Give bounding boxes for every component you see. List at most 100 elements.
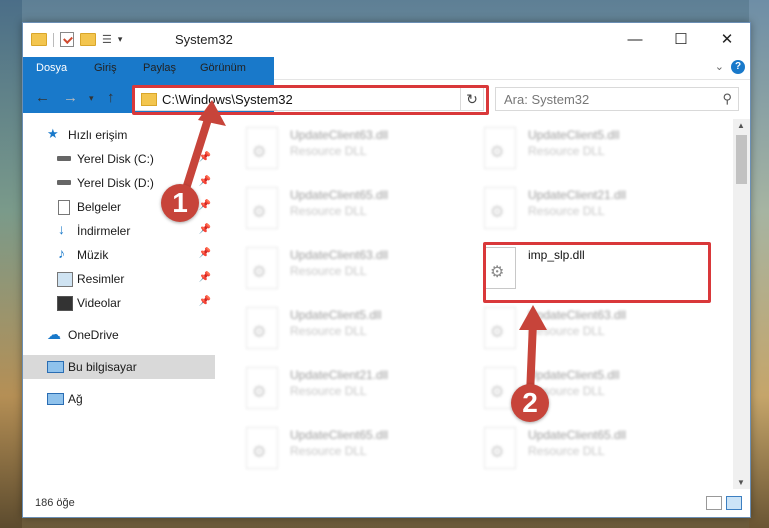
explorer-window: ☰ ▾ System32 — ☐ ✕ Dosya Giriş Paylaş Gö…	[22, 22, 751, 518]
file-type: Resource DLL	[290, 204, 367, 218]
pin-icon[interactable]: 📌	[199, 296, 211, 307]
step-badge-1: 1	[161, 184, 199, 222]
list-item[interactable]: UpdateClient5.dll Resource DLL	[246, 307, 471, 363]
list-item[interactable]: UpdateClient63.dll Resource DLL	[484, 307, 709, 363]
title-bar: ☰ ▾ System32 — ☐ ✕	[23, 23, 750, 57]
up-arrow-icon[interactable]: ↑	[107, 89, 115, 106]
file-type: Resource DLL	[290, 144, 367, 158]
pin-icon[interactable]: 📌	[199, 248, 211, 259]
music-icon: ♪	[58, 245, 65, 261]
status-bar: 186 öğe	[23, 489, 750, 517]
file-name: UpdateClient5.dll	[528, 128, 620, 142]
pin-icon[interactable]: 📌	[199, 224, 211, 235]
sidebar-item-disk-c[interactable]: Yerel Disk (C:) 📌	[23, 147, 215, 171]
pin-icon[interactable]: 📌	[199, 152, 211, 163]
maximize-button[interactable]: ☐	[658, 23, 704, 57]
forward-arrow-icon[interactable]: →	[63, 89, 78, 106]
list-item[interactable]: UpdateClient5.dll Resource DLL	[484, 127, 709, 183]
list-item[interactable]: UpdateClient63.dll Resource DLL	[246, 127, 471, 183]
dll-file-icon	[246, 307, 278, 349]
drive-icon	[57, 180, 71, 185]
file-name: UpdateClient65.dll	[290, 188, 389, 202]
sidebar-item-label: Videolar	[77, 296, 121, 310]
item-count: 186 öğe	[35, 497, 75, 509]
file-type: Resource DLL	[528, 204, 605, 218]
dll-file-icon	[246, 367, 278, 409]
sidebar-item-network[interactable]: Ağ	[23, 387, 215, 411]
list-item[interactable]: UpdateClient63.dll Resource DLL	[246, 247, 471, 303]
search-input[interactable]: Ara: System32 ⚲	[495, 87, 739, 111]
pin-icon[interactable]: 📌	[199, 272, 211, 283]
file-name: UpdateClient21.dll	[528, 188, 627, 202]
pin-icon[interactable]: 📌	[199, 200, 211, 211]
window-title: System32	[175, 32, 233, 47]
tab-view[interactable]: Görünüm	[187, 57, 259, 79]
star-icon: ★	[47, 126, 59, 141]
dll-file-icon	[246, 427, 278, 469]
navigation-bar: ← → ▾ ↑ C:\Windows\System32 ⌄ ↻ Ara: Sys…	[23, 80, 750, 116]
desktop-wallpaper-right	[749, 0, 769, 528]
sidebar-item-label: Resimler	[77, 272, 125, 286]
dll-file-icon	[484, 127, 516, 169]
recent-locations-icon[interactable]: ▾	[89, 93, 94, 104]
sidebar-item-label: Belgeler	[77, 200, 122, 214]
list-item[interactable]: UpdateClient65.dll Resource DLL	[246, 427, 471, 483]
sidebar-item-this-pc[interactable]: Bu bilgisayar	[23, 355, 215, 379]
navigation-pane: ★ Hızlı erişim Yerel Disk (C:) 📌 Yerel D…	[23, 119, 215, 489]
search-placeholder: Ara: System32	[504, 92, 590, 107]
list-item[interactable]: UpdateClient21.dll Resource DLL	[484, 187, 709, 243]
file-type: Resource DLL	[290, 324, 367, 338]
list-item[interactable]: UpdateClient65.dll Resource DLL	[246, 187, 471, 243]
dll-file-icon	[246, 187, 278, 229]
sidebar-item-label: Bu bilgisayar	[68, 360, 137, 374]
large-icons-view-icon[interactable]	[726, 496, 742, 510]
tab-share[interactable]: Paylaş	[130, 57, 189, 79]
dll-file-icon	[484, 187, 516, 229]
search-icon[interactable]: ⚲	[722, 91, 732, 107]
toolbar-divider	[53, 32, 54, 47]
sidebar-item-quick-access[interactable]: ★ Hızlı erişim	[23, 123, 215, 147]
file-name: UpdateClient21.dll	[290, 368, 389, 382]
cloud-icon: ☁	[47, 326, 61, 342]
sidebar-item-onedrive[interactable]: ☁ OneDrive	[23, 323, 215, 347]
file-type: Resource DLL	[528, 324, 605, 338]
sidebar-item-videos[interactable]: Videolar 📌	[23, 291, 215, 315]
pin-icon[interactable]: 📌	[199, 176, 211, 187]
customize-toolbar-icon[interactable]: ☰	[102, 33, 112, 46]
expand-ribbon-icon[interactable]: ⌄	[715, 60, 724, 73]
sidebar-item-pictures[interactable]: Resimler 📌	[23, 267, 215, 291]
ribbon-tabs: Dosya Giriş Paylaş Görünüm ⌄ ?	[23, 57, 750, 113]
close-button[interactable]: ✕	[704, 23, 750, 57]
dll-file-icon	[484, 307, 516, 349]
chevron-down-icon[interactable]: ▾	[118, 34, 123, 45]
file-name: UpdateClient5.dll	[528, 368, 620, 382]
properties-icon[interactable]	[60, 32, 74, 47]
new-folder-icon[interactable]	[80, 33, 96, 46]
step-badge-2: 2	[511, 384, 549, 422]
file-name: UpdateClient63.dll	[528, 308, 627, 322]
list-item[interactable]: UpdateClient21.dll Resource DLL	[246, 367, 471, 423]
sidebar-item-label: İndirmeler	[77, 224, 131, 238]
file-highlight-box	[483, 242, 711, 303]
sidebar-item-label: Müzik	[77, 248, 109, 262]
back-arrow-icon[interactable]: ←	[35, 89, 50, 106]
list-item[interactable]: UpdateClient65.dll Resource DLL	[484, 427, 709, 483]
file-type: Resource DLL	[290, 444, 367, 458]
file-name: UpdateClient5.dll	[290, 308, 382, 322]
file-name: UpdateClient63.dll	[290, 248, 389, 262]
sidebar-item-downloads[interactable]: ↓ İndirmeler 📌	[23, 219, 215, 243]
scrollbar-thumb[interactable]	[736, 135, 747, 184]
vertical-scrollbar[interactable]: ▲ ▼	[733, 119, 750, 489]
sidebar-item-label: Yerel Disk (C:)	[77, 152, 154, 166]
minimize-button[interactable]: —	[612, 23, 658, 57]
tab-home[interactable]: Giriş	[81, 57, 130, 79]
sidebar-item-label: Hızlı erişim	[68, 128, 128, 142]
sidebar-item-label: OneDrive	[68, 328, 119, 342]
help-icon[interactable]: ?	[731, 60, 745, 74]
scroll-up-icon[interactable]: ▲	[737, 121, 745, 130]
sidebar-item-music[interactable]: ♪ Müzik 📌	[23, 243, 215, 267]
scroll-down-icon[interactable]: ▼	[737, 478, 745, 487]
file-name: UpdateClient63.dll	[290, 128, 389, 142]
documents-icon	[58, 200, 70, 215]
details-view-icon[interactable]	[706, 496, 722, 510]
